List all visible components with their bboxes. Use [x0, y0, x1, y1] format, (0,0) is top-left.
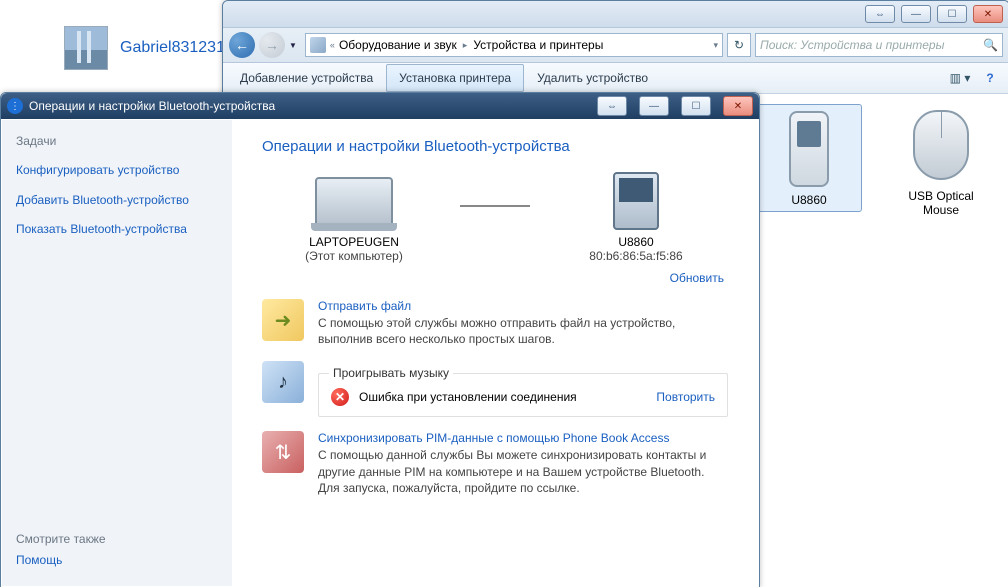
- explorer-addressbar: ← → ▼ « Оборудование и звук ▸ Устройства…: [223, 27, 1008, 63]
- dialog-title: Операции и настройки Bluetooth-устройств…: [29, 99, 275, 113]
- maximize-button[interactable]: ☐: [937, 5, 967, 23]
- bluetooth-icon: ⋮: [7, 98, 23, 114]
- task-send-file: ➜ Отправить файл С помощью этой службы м…: [262, 299, 728, 347]
- send-file-link[interactable]: Отправить файл: [318, 299, 728, 313]
- device-label: USB Optical Mouse: [891, 189, 991, 218]
- phone-name: U8860: [556, 235, 716, 249]
- user-area: Gabriel831231: [64, 26, 225, 70]
- pair-item-phone: U8860 80:b6:86:5a:f5:86: [556, 173, 716, 263]
- pim-icon: ⇅: [262, 431, 304, 473]
- laptop-icon: [312, 173, 396, 229]
- pim-link[interactable]: Синхронизировать PIM-данные с помощью Ph…: [318, 431, 728, 445]
- sidebar-link-help[interactable]: Помощь: [16, 550, 218, 572]
- bluetooth-main: Операции и настройки Bluetooth-устройств…: [232, 120, 758, 586]
- mouse-icon: [909, 105, 973, 185]
- task-play-music: ♪ Проигрывать музыку ✕ Ошибка при устано…: [262, 361, 728, 417]
- laptop-subtitle: (Этот компьютер): [274, 249, 434, 263]
- bluetooth-sidebar: Задачи Конфигурировать устройство Добави…: [2, 120, 232, 586]
- music-status-box: Проигрывать музыку ✕ Ошибка при установл…: [318, 373, 728, 417]
- bluetooth-titlebar: ⋮ Операции и настройки Bluetooth-устройс…: [1, 93, 759, 119]
- search-icon[interactable]: 🔍: [983, 38, 998, 52]
- phone-mac: 80:b6:86:5a:f5:86: [556, 249, 716, 263]
- address-dropdown[interactable]: ▾: [713, 40, 718, 51]
- retry-link[interactable]: Повторить: [656, 390, 715, 404]
- device-label: U8860: [759, 193, 859, 207]
- add-printer-button[interactable]: Установка принтера: [386, 64, 524, 92]
- sidebar-link-configure[interactable]: Конфигурировать устройство: [16, 160, 218, 182]
- breadcrumb-item[interactable]: Устройства и принтеры: [473, 38, 603, 52]
- pair-connection-line: [460, 205, 530, 207]
- bluetooth-body: Задачи Конфигурировать устройство Добави…: [2, 120, 758, 586]
- nav-forward-button[interactable]: →: [259, 32, 285, 58]
- sidebar-link-add[interactable]: Добавить Bluetooth-устройство: [16, 190, 218, 212]
- remove-device-button[interactable]: Удалить устройство: [524, 64, 661, 92]
- pair-item-laptop: LAPTOPEUGEN (Этот компьютер): [274, 173, 434, 263]
- user-name[interactable]: Gabriel831231: [120, 39, 225, 57]
- caption-prev-icon[interactable]: ⇔: [865, 5, 895, 23]
- minimize-button[interactable]: —: [639, 96, 669, 116]
- close-button[interactable]: ✕: [973, 5, 1003, 23]
- breadcrumb-root-chevron[interactable]: «: [330, 40, 335, 50]
- refresh-button[interactable]: ↻: [727, 33, 751, 57]
- devices-printers-icon: [310, 37, 326, 53]
- pairing-row: LAPTOPEUGEN (Этот компьютер) U8860 80:b6…: [262, 173, 728, 263]
- minimize-button[interactable]: —: [901, 5, 931, 23]
- update-row: Обновить: [266, 271, 724, 285]
- update-link[interactable]: Обновить: [670, 271, 724, 285]
- caption-prev-icon[interactable]: ⇔: [597, 96, 627, 116]
- chevron-right-icon[interactable]: ▸: [463, 40, 468, 51]
- explorer-commandbar: Добавление устройства Установка принтера…: [223, 63, 1008, 94]
- maximize-button[interactable]: ☐: [681, 96, 711, 116]
- address-field[interactable]: « Оборудование и звук ▸ Устройства и при…: [305, 33, 723, 57]
- nav-history-dropdown[interactable]: ▼: [289, 41, 297, 50]
- user-photo: [64, 26, 108, 70]
- close-button[interactable]: ✕: [723, 96, 753, 116]
- task-pim-sync: ⇅ Синхронизировать PIM-данные с помощью …: [262, 431, 728, 496]
- sidebar-header-see-also: Смотрите также: [16, 532, 218, 546]
- page-title: Операции и настройки Bluetooth-устройств…: [262, 138, 728, 155]
- sidebar-header-tasks: Задачи: [16, 134, 218, 148]
- nav-back-button[interactable]: ←: [229, 32, 255, 58]
- bluetooth-dialog: ⋮ Операции и настройки Bluetooth-устройс…: [0, 92, 760, 587]
- add-device-button[interactable]: Добавление устройства: [227, 64, 386, 92]
- music-box-title: Проигрывать музыку: [329, 366, 453, 380]
- device-item-mouse[interactable]: USB Optical Mouse: [891, 105, 991, 218]
- help-button[interactable]: ?: [975, 64, 1005, 92]
- music-icon: ♪: [262, 361, 304, 403]
- breadcrumb-item[interactable]: Оборудование и звук: [339, 38, 457, 52]
- breadcrumb: Оборудование и звук ▸ Устройства и принт…: [339, 38, 603, 52]
- error-icon: ✕: [331, 388, 349, 406]
- device-item-phone[interactable]: U8860: [757, 105, 861, 211]
- phone-icon: [777, 109, 841, 189]
- search-placeholder: Поиск: Устройства и принтеры: [760, 38, 944, 52]
- explorer-titlebar: ⇔ — ☐ ✕: [223, 1, 1008, 27]
- view-menu-button[interactable]: ▥ ▾: [945, 64, 975, 92]
- search-input[interactable]: Поиск: Устройства и принтеры 🔍: [755, 33, 1003, 57]
- pim-description: С помощью данной службы Вы можете синхро…: [318, 447, 728, 496]
- sidebar-link-show[interactable]: Показать Bluetooth-устройства: [16, 219, 218, 241]
- send-file-description: С помощью этой службы можно отправить фа…: [318, 315, 728, 347]
- laptop-name: LAPTOPEUGEN: [274, 235, 434, 249]
- phone-device-icon: [594, 173, 678, 229]
- music-error-text: Ошибка при установлении соединения: [359, 390, 577, 404]
- send-file-icon: ➜: [262, 299, 304, 341]
